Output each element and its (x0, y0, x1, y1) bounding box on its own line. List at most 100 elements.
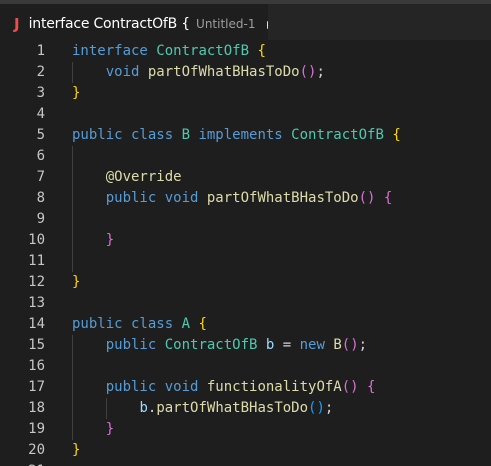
code-token: public class (72, 127, 182, 143)
tab-description: Untitled-1 (196, 17, 256, 31)
line-code: } (72, 419, 114, 440)
code-token: } (72, 442, 81, 458)
code-token: partOfWhatBHasToDo (206, 190, 359, 206)
line-number: 14 (28, 316, 45, 332)
code-token: ContractOfB (156, 43, 258, 59)
line-code: } (72, 83, 80, 104)
code-line[interactable]: 11 (0, 251, 491, 272)
code-line[interactable]: 10 } (0, 230, 491, 251)
code-token: new (299, 337, 334, 353)
code-token: () { (341, 379, 376, 395)
line-code: public class A { (72, 314, 207, 335)
code-line[interactable]: 5 public class B implements ContractOfB { (0, 125, 491, 146)
line-number: 18 (28, 400, 45, 416)
code-token: partOfWhatBHasToDo (156, 400, 309, 416)
code-line[interactable]: 19 } (0, 419, 491, 440)
code-token: () (341, 337, 359, 353)
code-line[interactable]: 15 public ContractOfB b = new B(); (0, 335, 491, 356)
unsaved-changes-dot-icon[interactable] (267, 20, 268, 29)
code-token: { (198, 316, 207, 332)
line-number: 2 (36, 64, 45, 80)
indent-guide (72, 251, 73, 272)
code-line[interactable]: 8 public void partOfWhatBHasToDo() { (0, 188, 491, 209)
line-number: 9 (36, 211, 45, 227)
code-token: b (139, 400, 148, 416)
code-token: b (265, 337, 283, 353)
code-token: public void (105, 379, 207, 395)
line-code: interface ContractOfB { (72, 41, 266, 62)
code-token: ; (316, 64, 325, 80)
code-editor[interactable]: 1 interface ContractOfB {2 void partOfWha… (0, 40, 491, 466)
code-token: } (72, 274, 81, 290)
code-token: public void (105, 190, 207, 206)
code-line[interactable]: 3} (0, 83, 491, 104)
line-number: 1 (36, 43, 45, 59)
line-number: 3 (36, 85, 45, 101)
code-line[interactable]: 12} (0, 272, 491, 293)
line-number: 15 (28, 337, 45, 353)
code-token: ContractOfB (164, 337, 266, 353)
line-number: 20 (28, 442, 45, 458)
code-token: } (105, 421, 115, 437)
line-code: } (72, 272, 80, 293)
code-line[interactable]: 16 (0, 356, 491, 377)
line-code: b.partOfWhatBHasToDo(); (72, 398, 333, 419)
editor-tab-untitled-1[interactable]: J interface ContractOfB { Untitled-1 (0, 4, 268, 44)
code-token: = (282, 337, 300, 353)
line-code: public void partOfWhatBHasToDo() { (72, 188, 393, 209)
code-token: { (392, 127, 401, 143)
line-code: public ContractOfB b = new B(); (72, 335, 367, 356)
line-number: 4 (36, 106, 45, 122)
line-code: public void functionalityOfA() { (72, 377, 376, 398)
line-number: 16 (28, 358, 45, 374)
line-code: void partOfWhatBHasToDo(); (72, 62, 325, 83)
code-token: B (333, 337, 342, 353)
editor-tab-bar: J interface ContractOfB { Untitled-1 (0, 0, 491, 44)
line-number: 13 (28, 295, 45, 311)
indent-guide (72, 146, 73, 167)
code-line[interactable]: 14 public class A { (0, 314, 491, 335)
code-token: { (257, 43, 266, 59)
line-number: 10 (28, 232, 45, 248)
line-code: } (72, 230, 114, 251)
line-number: 7 (36, 169, 45, 185)
line-number: 19 (28, 421, 45, 437)
code-line[interactable]: 4 (0, 104, 491, 125)
code-token: public (105, 337, 165, 353)
code-token: void (105, 64, 148, 80)
code-token: @Override (105, 169, 182, 185)
code-token: functionalityOfA (206, 379, 342, 395)
code-line[interactable]: 17 public void functionalityOfA() { (0, 377, 491, 398)
code-line[interactable]: 2 void partOfWhatBHasToDo(); (0, 62, 491, 83)
code-line[interactable]: 7 @Override (0, 167, 491, 188)
line-code: @Override (72, 167, 182, 188)
code-line[interactable]: 1 interface ContractOfB { (0, 41, 491, 62)
code-token: ; (358, 337, 368, 353)
code-token: implements (198, 127, 292, 143)
line-number: 12 (28, 274, 45, 290)
code-token: ; (324, 400, 334, 416)
code-token: interface (72, 43, 157, 59)
code-token: } (72, 85, 81, 101)
code-line[interactable]: 9 (0, 209, 491, 230)
code-token: () (308, 400, 325, 416)
indent-guide (72, 356, 73, 377)
line-number: 5 (36, 127, 45, 143)
code-token: partOfWhatBHasToDo (147, 64, 300, 80)
code-line[interactable]: 18 b.partOfWhatBHasToDo(); (0, 398, 491, 419)
code-token: () { (358, 190, 393, 206)
code-line[interactable]: 13 (0, 293, 491, 314)
line-number: 11 (28, 253, 45, 269)
line-number: 17 (28, 379, 45, 395)
code-line[interactable]: 6 (0, 146, 491, 167)
code-line[interactable]: 21 (0, 461, 491, 466)
code-line[interactable]: 20} (0, 440, 491, 461)
code-token: () (299, 64, 317, 80)
indent-guide (72, 209, 73, 230)
